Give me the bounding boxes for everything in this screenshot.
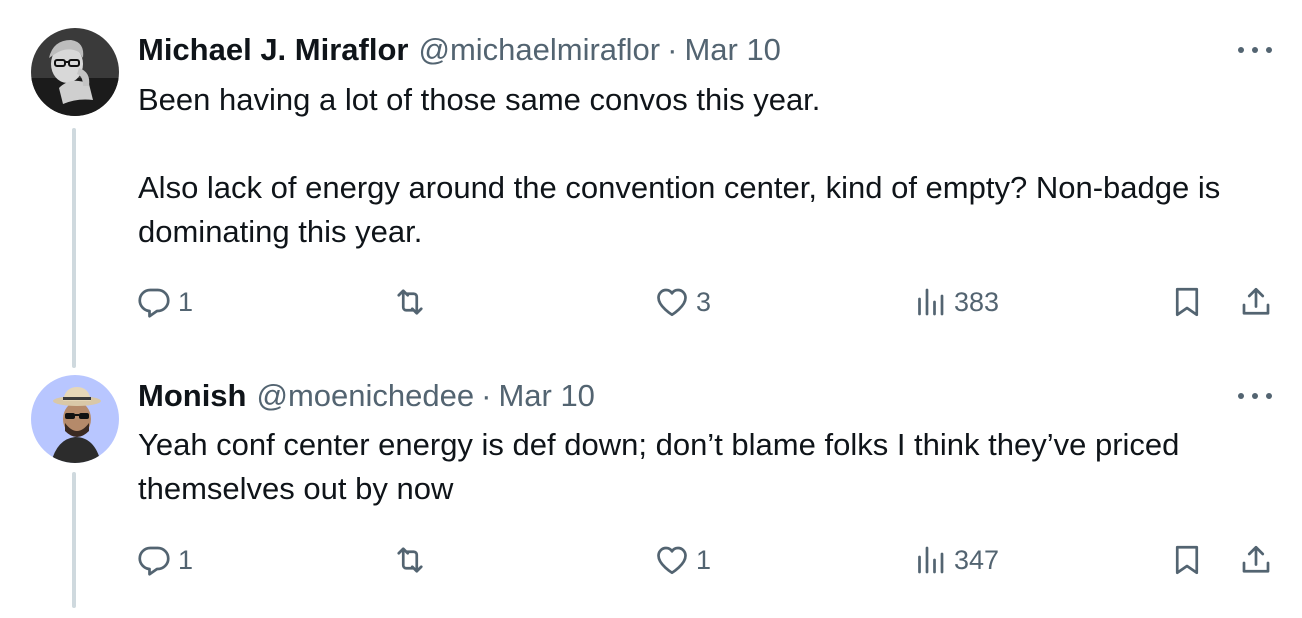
- heart-icon: [657, 546, 687, 575]
- person-hat-avatar: [31, 375, 119, 463]
- share-button[interactable]: [1238, 540, 1274, 580]
- views-chart-icon: [918, 288, 944, 316]
- author-handle[interactable]: @moenichedee: [257, 378, 475, 414]
- more-dots-icon[interactable]: [1238, 40, 1272, 60]
- repost-button[interactable]: [392, 282, 434, 322]
- tweet-header: Michael J. Miraflor @michaelmiraflor · M…: [138, 30, 781, 70]
- avatar[interactable]: [31, 375, 119, 463]
- reply-button[interactable]: 1: [136, 282, 193, 322]
- separator-dot: ·: [667, 32, 678, 67]
- author-name[interactable]: Michael J. Miraflor: [138, 32, 408, 68]
- reply-icon: [138, 546, 170, 576]
- bookmark-icon: [1175, 287, 1199, 317]
- like-button[interactable]: 3: [654, 282, 711, 322]
- tweet-date[interactable]: Mar 10: [498, 378, 594, 414]
- thread-line-1: [72, 128, 76, 368]
- views-count: 383: [954, 286, 1000, 317]
- reply-count: 1: [178, 544, 194, 575]
- tweet-date[interactable]: Mar 10: [684, 32, 780, 68]
- repost-icon: [397, 547, 423, 573]
- share-icon: [1242, 287, 1270, 315]
- like-count: 3: [696, 286, 712, 317]
- reply-count: 1: [178, 286, 194, 317]
- person-photo-avatar: [31, 28, 119, 116]
- tweet-text: Yeah conf center energy is def down; don…: [138, 423, 1238, 511]
- tweet-paragraph: Yeah conf center energy is def down; don…: [138, 427, 1180, 506]
- separator-dot: ·: [481, 378, 492, 413]
- more-dots-icon[interactable]: [1238, 386, 1272, 406]
- views-button[interactable]: 347: [912, 540, 999, 580]
- bookmark-button[interactable]: [1169, 282, 1205, 322]
- tweet-actions: 1 3 383: [0, 282, 1302, 322]
- tweet-paragraph: Also lack of energy around the conventio…: [138, 170, 1221, 249]
- author-handle[interactable]: @michaelmiraflor: [418, 32, 660, 68]
- author-name[interactable]: Monish: [138, 378, 247, 414]
- views-count: 347: [954, 544, 1000, 575]
- like-count: 1: [696, 544, 712, 575]
- tweet-text: Been having a lot of those same convos t…: [138, 78, 1238, 254]
- bookmark-icon: [1175, 545, 1199, 575]
- tweet-paragraph: Been having a lot of those same convos t…: [138, 82, 821, 117]
- reply-icon: [138, 288, 170, 318]
- repost-button[interactable]: [392, 540, 434, 580]
- tweet-header: Monish @moenichedee · Mar 10: [138, 376, 595, 416]
- repost-icon: [397, 289, 423, 315]
- like-button[interactable]: 1: [654, 540, 711, 580]
- share-icon: [1242, 545, 1270, 573]
- tweet-actions: 1 1 347: [0, 540, 1302, 580]
- heart-icon: [657, 288, 687, 317]
- avatar[interactable]: [31, 28, 119, 116]
- bookmark-button[interactable]: [1169, 540, 1205, 580]
- share-button[interactable]: [1238, 282, 1274, 322]
- views-button[interactable]: 383: [912, 282, 999, 322]
- views-chart-icon: [918, 546, 944, 574]
- reply-button[interactable]: 1: [136, 540, 193, 580]
